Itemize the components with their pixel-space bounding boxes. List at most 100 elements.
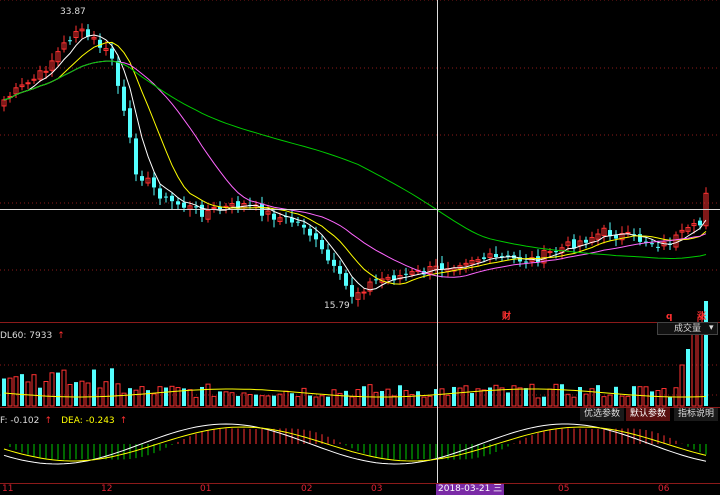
optimal-params-button[interactable]: 优选参数 <box>580 408 624 421</box>
candle-body <box>68 40 72 42</box>
volume-bar <box>49 372 55 407</box>
candle-body <box>584 239 588 243</box>
volume-bar <box>211 395 217 407</box>
volume-bar <box>493 384 499 407</box>
volume-bar <box>632 386 636 406</box>
candle-body <box>152 177 156 188</box>
volume-bar <box>470 393 474 406</box>
up-arrow-icon: ↑ <box>44 416 53 426</box>
volume-bar <box>290 393 294 406</box>
volume-bar <box>164 387 168 406</box>
volume-bar <box>355 389 361 407</box>
volume-bar <box>547 388 553 407</box>
macd-dif-label: F: -0.102 <box>0 416 40 426</box>
candle-body <box>536 256 540 263</box>
volume-bar <box>223 391 229 407</box>
volume-bar <box>272 395 276 406</box>
volume-bar <box>380 390 384 406</box>
volume-bar <box>614 386 618 406</box>
candle-body <box>625 231 631 234</box>
candle-body <box>338 266 342 274</box>
volume-bar <box>416 391 420 406</box>
volume-bar <box>565 393 571 407</box>
volume-bar <box>391 395 397 407</box>
volume-bar <box>560 384 564 406</box>
cursor-date-label: 2018-03-21 三 <box>436 484 505 495</box>
volume-bar <box>506 392 510 406</box>
candle-body <box>164 196 168 198</box>
volume-bar <box>283 390 289 407</box>
x-tick-nov: 11 <box>2 484 14 494</box>
macd-dea-line <box>3 426 707 462</box>
volume-bar <box>373 391 379 407</box>
candle-body <box>320 240 324 250</box>
volume-bar <box>403 390 409 407</box>
volume-bar <box>452 386 456 406</box>
volume-bar <box>349 396 355 407</box>
volume-bar <box>308 395 312 406</box>
volume-bar <box>625 395 631 407</box>
volume-bar <box>103 381 109 407</box>
volume-bar <box>92 369 96 406</box>
up-arrow-icon: ↑ <box>57 331 65 341</box>
candle-body <box>308 228 312 236</box>
volume-bar <box>7 377 13 407</box>
x-tick-dec: 12 <box>101 484 113 494</box>
indicator-help-button[interactable]: 指标说明 <box>674 408 718 421</box>
volume-bar <box>542 396 546 406</box>
candle-body <box>547 251 553 254</box>
volume-bar <box>679 364 685 407</box>
default-params-button[interactable]: 默认参数 <box>626 408 670 421</box>
volume-bar <box>445 394 451 407</box>
candle-body <box>176 201 180 205</box>
up-arrow-icon: ↑ <box>119 416 128 426</box>
candle-body <box>361 291 367 294</box>
volume-bar <box>398 385 402 406</box>
candle-body <box>122 86 126 111</box>
candle-body <box>572 239 576 249</box>
macd-dea-label: DEA: -0.243 <box>61 416 115 426</box>
volume-ma-line <box>3 388 707 398</box>
candle-body <box>272 213 276 220</box>
volume-bar <box>421 396 427 407</box>
volume-bar <box>128 388 132 406</box>
candle-body <box>170 195 174 202</box>
event-marker-finance[interactable]: 财 <box>502 312 511 323</box>
candle-body <box>25 82 31 85</box>
volume-indicator-label: DL60: 7933 <box>0 331 53 341</box>
x-tick-jun: 06 <box>658 484 670 494</box>
volume-indicator-header: DL60: 7933 ↑ <box>0 323 65 341</box>
volume-bar <box>110 368 114 406</box>
macd-indicator-header: F: -0.102 ↑ DEA: -0.243 ↑ <box>0 408 127 426</box>
volume-bar <box>655 390 661 407</box>
volume-indicator-selector[interactable]: 成交量 ▾ <box>657 322 718 335</box>
candle-body <box>134 138 138 175</box>
volume-bar <box>56 372 60 406</box>
candle-body <box>404 273 408 275</box>
volume-bar <box>151 393 157 407</box>
volume-bar <box>157 386 163 407</box>
candle-body <box>158 188 162 199</box>
volume-bar <box>313 396 319 407</box>
volume-bar <box>578 386 582 406</box>
volume-bar <box>668 396 672 406</box>
volume-bar <box>344 390 348 406</box>
volume-bar <box>133 389 139 407</box>
volume-bar <box>385 388 391 407</box>
candle-body <box>350 285 354 297</box>
candle-body <box>374 279 378 281</box>
macd-histogram <box>3 423 707 465</box>
ma20-line <box>3 60 707 278</box>
ma60-line <box>3 60 707 260</box>
x-tick-jan: 01 <box>200 484 212 494</box>
volume-bar <box>38 387 42 406</box>
volume-bars <box>2 301 708 407</box>
candle-body <box>332 259 336 266</box>
candle-body <box>698 220 702 226</box>
volume-bar <box>259 395 265 407</box>
volume-bar <box>13 376 19 407</box>
ma5-line <box>3 34 707 291</box>
volume-bar <box>193 396 199 407</box>
volume-bar <box>187 389 193 407</box>
volume-bar <box>650 391 654 406</box>
